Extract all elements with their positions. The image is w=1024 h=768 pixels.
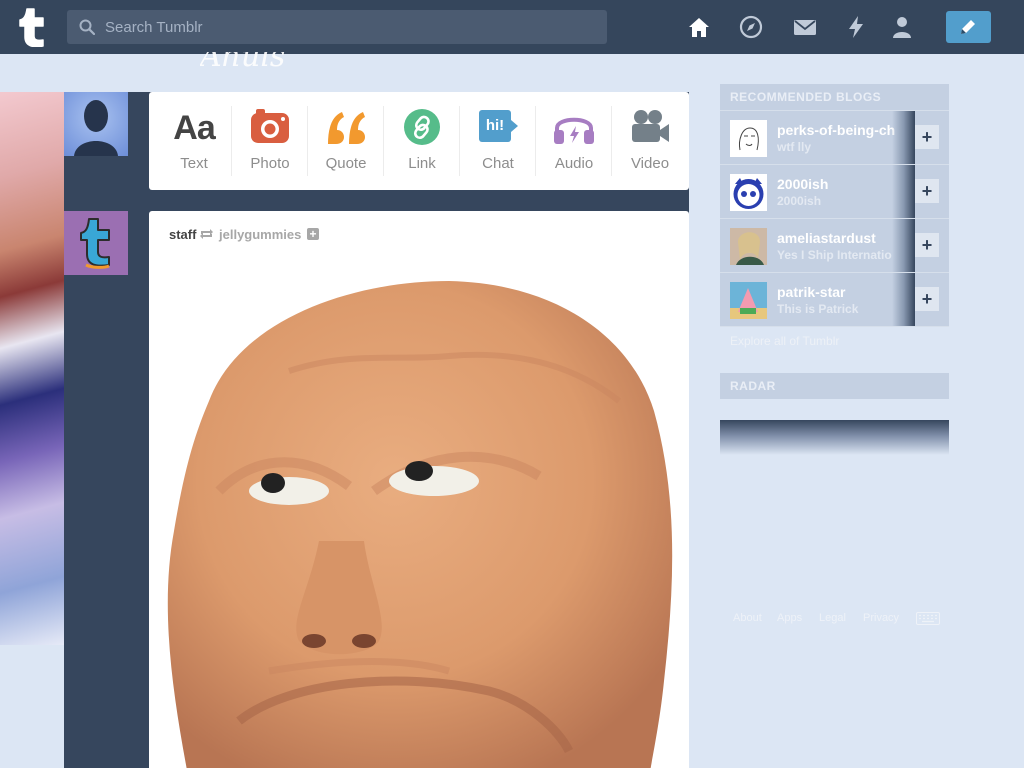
follow-plus-icon[interactable]: + — [307, 228, 319, 240]
home-icon[interactable] — [686, 14, 712, 40]
post-type-audio[interactable]: Audio — [536, 92, 612, 190]
camera-icon — [251, 109, 289, 143]
footer-link-legal[interactable]: Legal — [819, 612, 846, 624]
blog-subtitle: Yes I Ship Internatio — [777, 248, 892, 262]
blog-name[interactable]: patrik-star — [777, 284, 907, 300]
video-camera-icon — [632, 110, 669, 142]
post-type-label: Photo — [250, 155, 290, 172]
link-icon — [404, 109, 440, 145]
avatar[interactable] — [730, 282, 767, 319]
user-silhouette-icon — [74, 100, 118, 156]
keyboard-icon[interactable] — [916, 612, 940, 625]
list-item: 2000ish 2000ish + — [720, 165, 949, 219]
search-input[interactable] — [105, 10, 595, 44]
follow-button[interactable]: + — [915, 179, 939, 203]
fade-overlay — [892, 111, 915, 164]
radar-heading: RADAR — [720, 373, 949, 399]
post-type-quote[interactable]: Quote — [308, 92, 384, 190]
post-type-chat[interactable]: hi! Chat — [460, 92, 536, 190]
pencil-icon — [961, 20, 975, 34]
sidebar: RECOMMENDED BLOGS perks-of-being-ch wtf … — [720, 84, 949, 327]
post-photo[interactable] — [149, 261, 689, 768]
avatar[interactable] — [730, 174, 767, 211]
chat-glyph: hi! — [485, 117, 505, 134]
post-type-label: Chat — [482, 155, 514, 172]
reblog-icon — [200, 229, 213, 239]
search-box[interactable] — [67, 10, 607, 44]
follow-button[interactable]: + — [915, 287, 939, 311]
post-type-label: Audio — [554, 155, 594, 172]
recommended-blogs-list: perks-of-being-ch wtf lly + 2000ish 2000… — [720, 110, 949, 327]
background-script-decoration: Ahuis — [200, 52, 286, 72]
follow-button[interactable]: + — [915, 233, 939, 257]
post-card: staff jellygummies + — [149, 211, 689, 768]
quote-icon — [328, 112, 365, 144]
footer-link-privacy[interactable]: Privacy — [863, 612, 899, 624]
post-type-video[interactable]: Video — [612, 92, 688, 190]
footer-link-about[interactable]: About — [733, 612, 762, 624]
reblogged-from-link[interactable]: jellygummies — [219, 227, 301, 242]
headphones-icon — [554, 117, 594, 144]
blog-subtitle: This is Patrick — [777, 302, 859, 316]
blog-name[interactable]: 2000ish — [777, 176, 907, 192]
blog-subtitle: wtf lly — [777, 140, 812, 154]
tumblr-logo[interactable] — [14, 7, 52, 47]
chat-icon: hi! — [460, 108, 536, 148]
radar-content — [720, 420, 949, 455]
background-image — [0, 92, 64, 645]
fade-overlay — [892, 219, 915, 272]
avatar[interactable] — [64, 211, 128, 275]
explore-all-link[interactable]: Explore all of Tumblr — [730, 334, 839, 348]
post-type-label: Link — [408, 155, 436, 172]
list-item: perks-of-being-ch wtf lly + — [720, 111, 949, 165]
recommended-blogs-heading: RECOMMENDED BLOGS — [720, 84, 949, 110]
blog-subtitle: 2000ish — [777, 194, 822, 208]
divider — [307, 106, 308, 176]
search-icon — [79, 19, 95, 35]
avatar[interactable] — [64, 92, 128, 156]
blog-name[interactable]: perks-of-being-ch — [777, 122, 907, 138]
fade-overlay — [892, 165, 915, 218]
account-icon[interactable] — [889, 14, 915, 40]
radar-section: RADAR — [720, 373, 949, 399]
post-composer: Aa Text Photo Quote Link hi! Chat Audio … — [149, 92, 689, 190]
post-type-label: Text — [180, 155, 208, 172]
avatar[interactable] — [730, 228, 767, 265]
top-navigation-bar — [0, 0, 1024, 54]
post-type-link[interactable]: Link — [384, 92, 460, 190]
fade-overlay — [892, 273, 915, 326]
blog-name[interactable]: ameliastardust — [777, 230, 907, 246]
explore-icon[interactable] — [738, 14, 764, 40]
post-type-text[interactable]: Aa Text — [156, 92, 232, 190]
activity-icon[interactable] — [843, 14, 869, 40]
post-type-label: Quote — [325, 155, 367, 172]
list-item: ameliastardust Yes I Ship Internatio + — [720, 219, 949, 273]
list-item: patrik-star This is Patrick + — [720, 273, 949, 327]
follow-button[interactable]: + — [915, 125, 939, 149]
post-type-photo[interactable]: Photo — [232, 92, 308, 190]
post-type-label: Video — [630, 155, 670, 172]
compose-button[interactable] — [946, 11, 991, 43]
post-author-link[interactable]: staff — [169, 227, 196, 242]
avatar[interactable] — [730, 120, 767, 157]
text-icon: Aa — [173, 109, 215, 147]
footer-link-apps[interactable]: Apps — [777, 612, 802, 624]
tumblr-logo-avatar — [80, 218, 110, 269]
inbox-icon[interactable] — [792, 14, 818, 40]
